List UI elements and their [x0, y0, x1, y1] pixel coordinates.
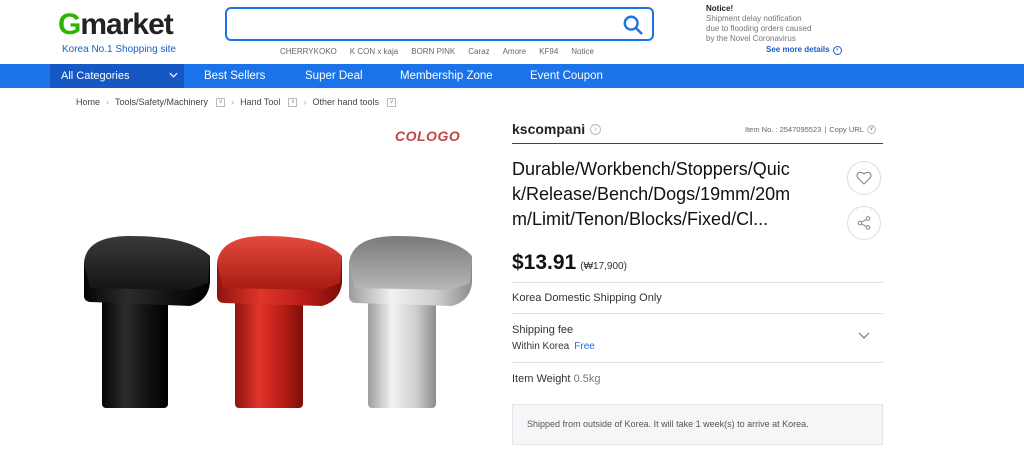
chevron-right-icon: › — [106, 97, 110, 107]
notice-line: by the Novel Coronavirus — [706, 34, 796, 43]
copy-url-button[interactable]: Copy URL — [829, 125, 864, 134]
chevron-right-icon: › — [832, 45, 842, 55]
separator: | — [824, 125, 827, 134]
seller-name: kscompani — [512, 121, 586, 137]
keyword-link[interactable]: CHERRYKOKO — [280, 47, 337, 61]
chevron-down-icon: v — [866, 125, 876, 134]
keyword-link[interactable]: Caraz — [468, 47, 489, 61]
nav-super-deal[interactable]: Super Deal — [305, 64, 363, 88]
product-title: Durable/Workbench/Stoppers/Quick/Release… — [512, 159, 791, 229]
keyword-link[interactable]: Notice — [571, 47, 594, 61]
seller-name-link[interactable]: kscompani › — [512, 121, 602, 137]
item-number: Item No. : 2547095523 | Copy URL v — [745, 125, 876, 134]
logo-text: Gmarket — [58, 8, 174, 41]
price: $13.91 (₩17,900) — [512, 251, 627, 275]
trending-keywords: CHERRYKOKO K CON x kaja BORN PINK Caraz … — [280, 47, 594, 61]
notice-line: Shipment delay notification — [706, 14, 802, 23]
breadcrumb-item[interactable]: Tools/Safety/Machinery — [115, 97, 208, 107]
nav-event-coupon[interactable]: Event Coupon — [530, 64, 603, 88]
shipping-fee-detail: Within Korea Free — [512, 341, 595, 352]
keyword-link[interactable]: Amore — [503, 47, 527, 61]
breadcrumb-item[interactable]: Hand Tool — [240, 97, 280, 107]
notice-title: Notice! — [706, 4, 734, 13]
keyword-link[interactable]: K CON x kaja — [350, 47, 398, 61]
item-weight-value: 0.5kg — [573, 373, 601, 385]
shipping-free: Free — [574, 341, 595, 352]
all-categories-label: All Categories — [61, 70, 130, 82]
dropdown-icon[interactable]: v — [288, 97, 298, 107]
logo-tagline: Korea No.1 Shopping site — [62, 44, 176, 55]
search-input[interactable] — [233, 13, 613, 35]
notice-more-label: See more details — [766, 45, 830, 54]
notice-panel: Notice! Shipment delay notification due … — [706, 4, 856, 55]
breadcrumb-home[interactable]: Home — [76, 97, 100, 107]
chevron-down-icon[interactable] — [858, 332, 870, 340]
keyword-link[interactable]: BORN PINK — [411, 47, 455, 61]
notice-more-link[interactable]: See more details › — [766, 45, 842, 55]
item-weight: Item Weight 0.5kg — [512, 373, 600, 385]
search-box[interactable] — [225, 7, 654, 41]
product-stopper-silver — [349, 236, 472, 408]
chevron-right-icon: › — [303, 97, 307, 107]
product-image[interactable] — [60, 118, 490, 418]
brand-watermark: COLOGO — [395, 128, 461, 144]
overseas-shipping-note: Shipped from outside of Korea. It will t… — [512, 404, 883, 445]
item-weight-label: Item Weight — [512, 373, 571, 385]
chevron-down-icon — [169, 72, 178, 78]
all-categories-menu[interactable]: All Categories — [50, 64, 184, 88]
product-stopper-red — [217, 236, 342, 408]
breadcrumb: Home › Tools/Safety/Machinery v › Hand T… — [76, 96, 396, 108]
nav-membership-zone[interactable]: Membership Zone — [400, 64, 493, 88]
share-button[interactable] — [847, 206, 881, 240]
share-icon — [857, 216, 871, 230]
heart-icon — [856, 171, 872, 185]
price-krw: (₩17,900) — [580, 261, 627, 272]
breadcrumb-item[interactable]: Other hand tools — [312, 97, 379, 107]
dropdown-icon[interactable]: v — [216, 97, 226, 107]
item-number-label: Item No. : 2547095523 — [745, 125, 822, 134]
price-usd: $13.91 — [512, 251, 577, 274]
chevron-right-icon: › — [231, 97, 235, 107]
divider — [512, 282, 883, 283]
shipping-region: Korea Domestic Shipping Only — [512, 292, 662, 304]
gmarket-logo[interactable]: Gmarket Korea No.1 Shopping site — [58, 8, 188, 56]
main-nav: All Categories Best Sellers Super Deal M… — [0, 64, 1024, 88]
shipping-within: Within Korea — [512, 341, 570, 352]
site-header: Gmarket Korea No.1 Shopping site CHERRYK… — [0, 0, 1024, 64]
dropdown-icon[interactable]: v — [386, 97, 396, 107]
shipping-fee-label: Shipping fee — [512, 324, 574, 336]
divider — [512, 362, 883, 363]
search-icon[interactable] — [622, 14, 644, 36]
nav-best-sellers[interactable]: Best Sellers — [204, 64, 265, 88]
divider — [512, 143, 883, 144]
wishlist-button[interactable] — [847, 161, 881, 195]
notice-line: due to flooding orders caused — [706, 24, 812, 33]
keyword-link[interactable]: KF94 — [539, 47, 558, 61]
divider — [512, 313, 883, 314]
product-stopper-black — [84, 236, 210, 408]
chevron-right-icon: › — [590, 123, 602, 135]
